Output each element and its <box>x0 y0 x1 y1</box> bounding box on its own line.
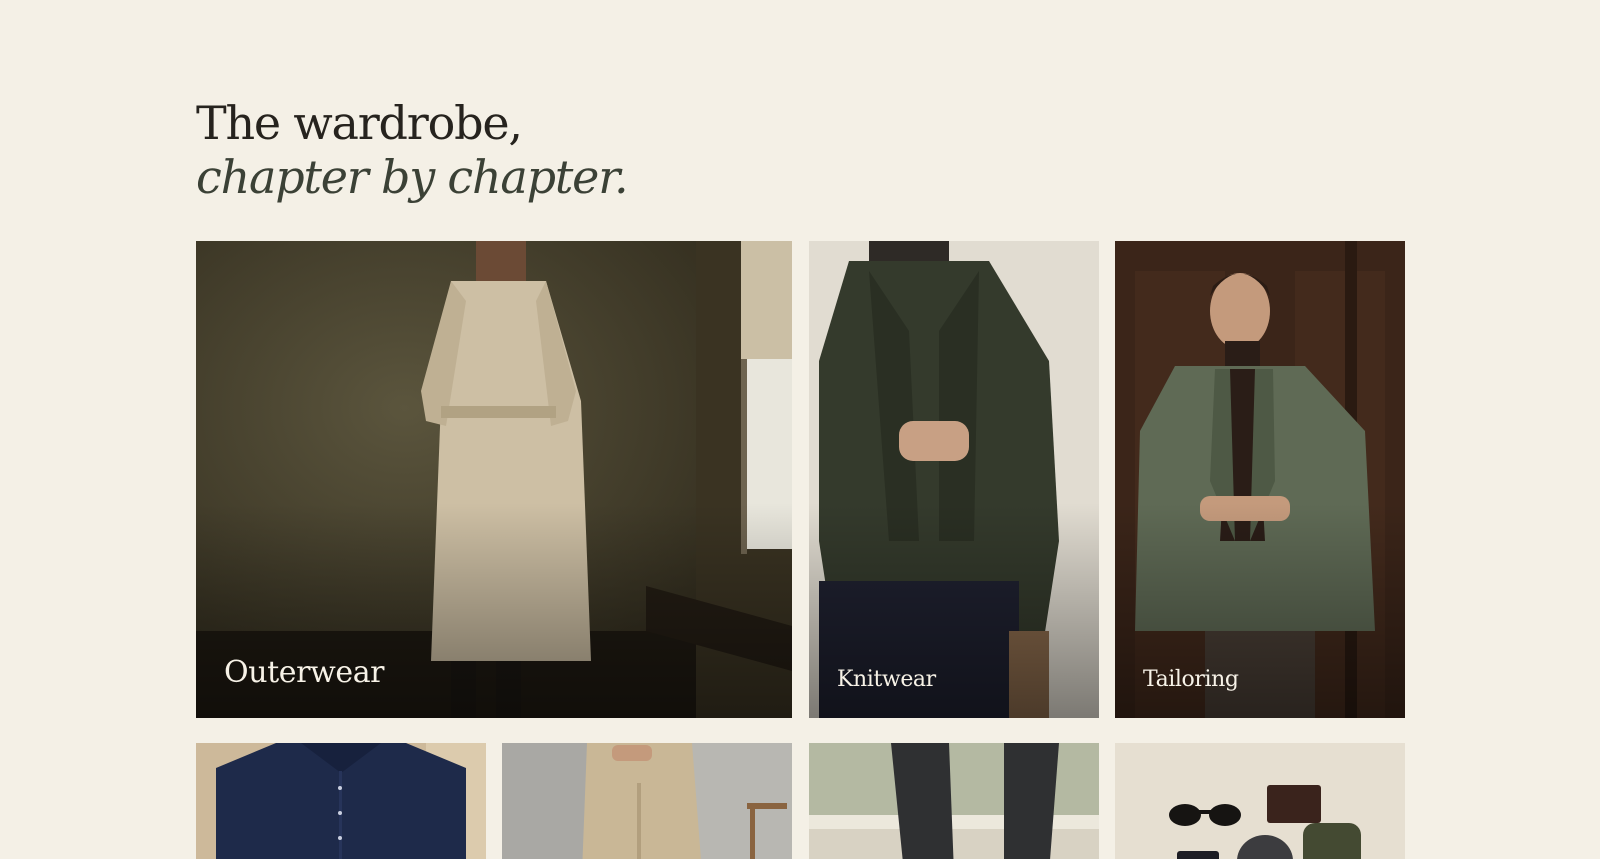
category-tile-accessories[interactable] <box>1115 743 1405 859</box>
category-tile-trousers[interactable] <box>502 743 792 859</box>
accessories-image <box>1115 743 1405 859</box>
category-label-tailoring: Tailoring <box>1143 667 1239 692</box>
category-tile-outerwear[interactable]: Outerwear <box>196 241 792 718</box>
heading-line-1: The wardrobe, <box>196 96 523 150</box>
category-tile-wool-trousers[interactable] <box>809 743 1099 859</box>
wool-trousers-image <box>809 743 1099 859</box>
category-label-outerwear: Outerwear <box>224 655 385 690</box>
category-label-knitwear: Knitwear <box>837 667 936 692</box>
shirts-image <box>196 743 486 859</box>
heading-line-2: chapter by chapter. <box>196 150 629 204</box>
trousers-image <box>502 743 792 859</box>
category-tile-knitwear[interactable]: Knitwear <box>809 241 1099 718</box>
category-tile-shirts[interactable] <box>196 743 486 859</box>
section-heading: The wardrobe, chapter by chapter. <box>196 96 816 204</box>
category-tile-tailoring[interactable]: Tailoring <box>1115 241 1405 718</box>
